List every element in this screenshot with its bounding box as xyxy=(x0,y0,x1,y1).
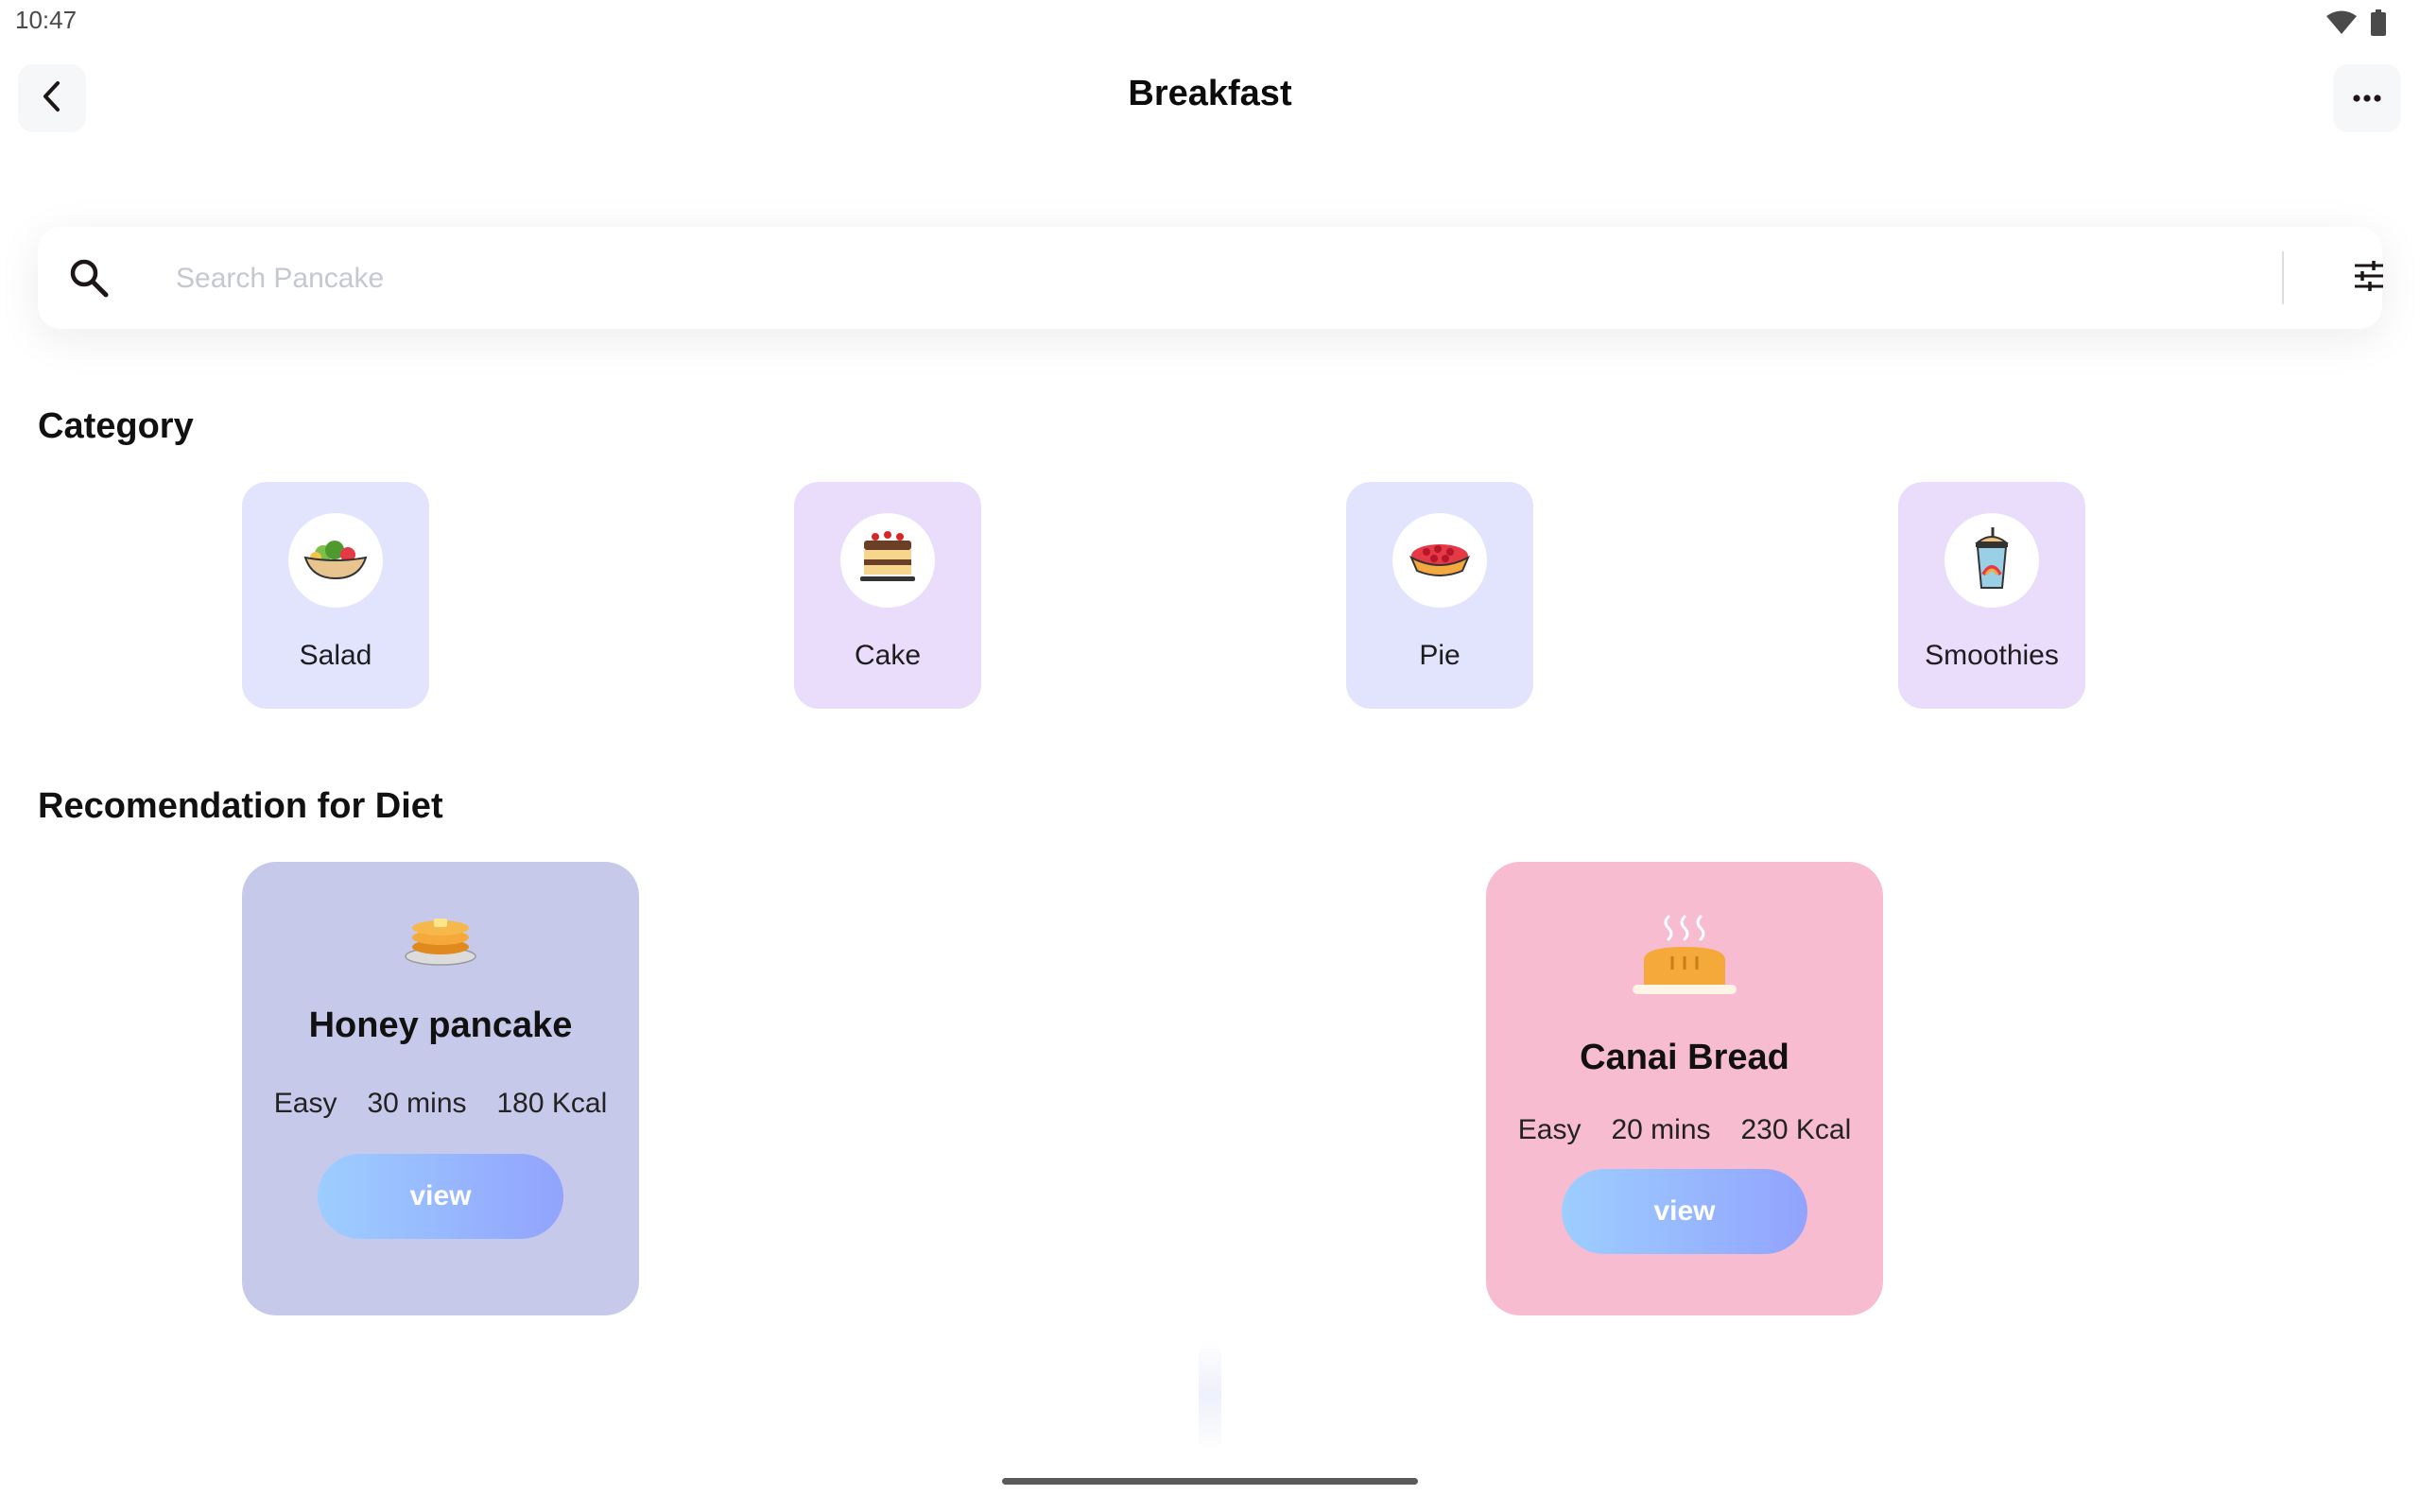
recipe-difficulty: Easy xyxy=(1517,1114,1582,1145)
recipe-difficulty: Easy xyxy=(273,1088,337,1119)
recommendation-card-honey-pancake: Honey pancake Easy 30 mins 180 Kcal view xyxy=(242,862,639,1315)
pancake-icon xyxy=(404,907,477,966)
category-icon-circle xyxy=(288,513,383,608)
category-label: Cake xyxy=(854,640,922,671)
recipe-name: Canai Bread xyxy=(1580,1038,1789,1077)
category-card-smoothies[interactable]: Smoothies xyxy=(1898,482,2085,709)
recipe-meta: Easy 20 mins 230 Kcal xyxy=(1518,1114,1852,1146)
page-title: Breakfast xyxy=(1128,74,1292,113)
category-label: Pie xyxy=(1419,640,1461,671)
recipe-time: 30 mins xyxy=(367,1088,467,1119)
view-button[interactable]: view xyxy=(1562,1169,1807,1254)
search-divider xyxy=(2282,251,2284,304)
category-section-title: Category xyxy=(38,406,194,446)
salad-bowl-icon xyxy=(302,535,369,587)
status-time: 10:47 xyxy=(15,6,78,34)
layer-cake-icon xyxy=(856,527,919,594)
cherry-pie-icon xyxy=(1408,535,1472,587)
filter-button[interactable] xyxy=(2341,249,2397,306)
smoothie-cup-icon xyxy=(1968,525,2015,596)
recipe-time: 20 mins xyxy=(1611,1114,1711,1145)
home-indicator[interactable] xyxy=(1002,1478,1418,1485)
category-card-salad[interactable]: Salad xyxy=(242,482,429,709)
category-icon-circle xyxy=(1392,513,1487,608)
search-icon[interactable] xyxy=(62,251,115,304)
more-horizontal-icon xyxy=(2353,90,2381,107)
recipe-calories: 230 Kcal xyxy=(1740,1114,1852,1145)
scroll-indicator xyxy=(1199,1340,1221,1452)
battery-icon xyxy=(2371,9,2386,36)
category-icon-circle xyxy=(840,513,935,608)
category-card-cake[interactable]: Cake xyxy=(794,482,981,709)
wifi-icon xyxy=(2325,10,2358,35)
search-input[interactable] xyxy=(174,246,2257,312)
recommendation-card-canai-bread: Canai Bread Easy 20 mins 230 Kcal view xyxy=(1486,862,1883,1315)
more-button[interactable] xyxy=(2333,64,2401,132)
category-icon-circle xyxy=(1945,513,2039,608)
recipe-calories: 180 Kcal xyxy=(496,1088,608,1119)
status-icons xyxy=(2325,9,2386,36)
recipe-name: Honey pancake xyxy=(308,1005,573,1045)
category-label: Salad xyxy=(299,640,372,671)
category-card-pie[interactable]: Pie xyxy=(1346,482,1533,709)
recommendation-section-title: Recomendation for Diet xyxy=(38,786,443,826)
view-button[interactable]: view xyxy=(318,1154,563,1239)
filter-sliders-icon xyxy=(2353,260,2385,296)
search-bar xyxy=(38,227,2383,329)
recipe-meta: Easy 30 mins 180 Kcal xyxy=(274,1088,608,1120)
category-label: Smoothies xyxy=(1925,640,2059,671)
bread-icon xyxy=(1631,913,1738,1000)
